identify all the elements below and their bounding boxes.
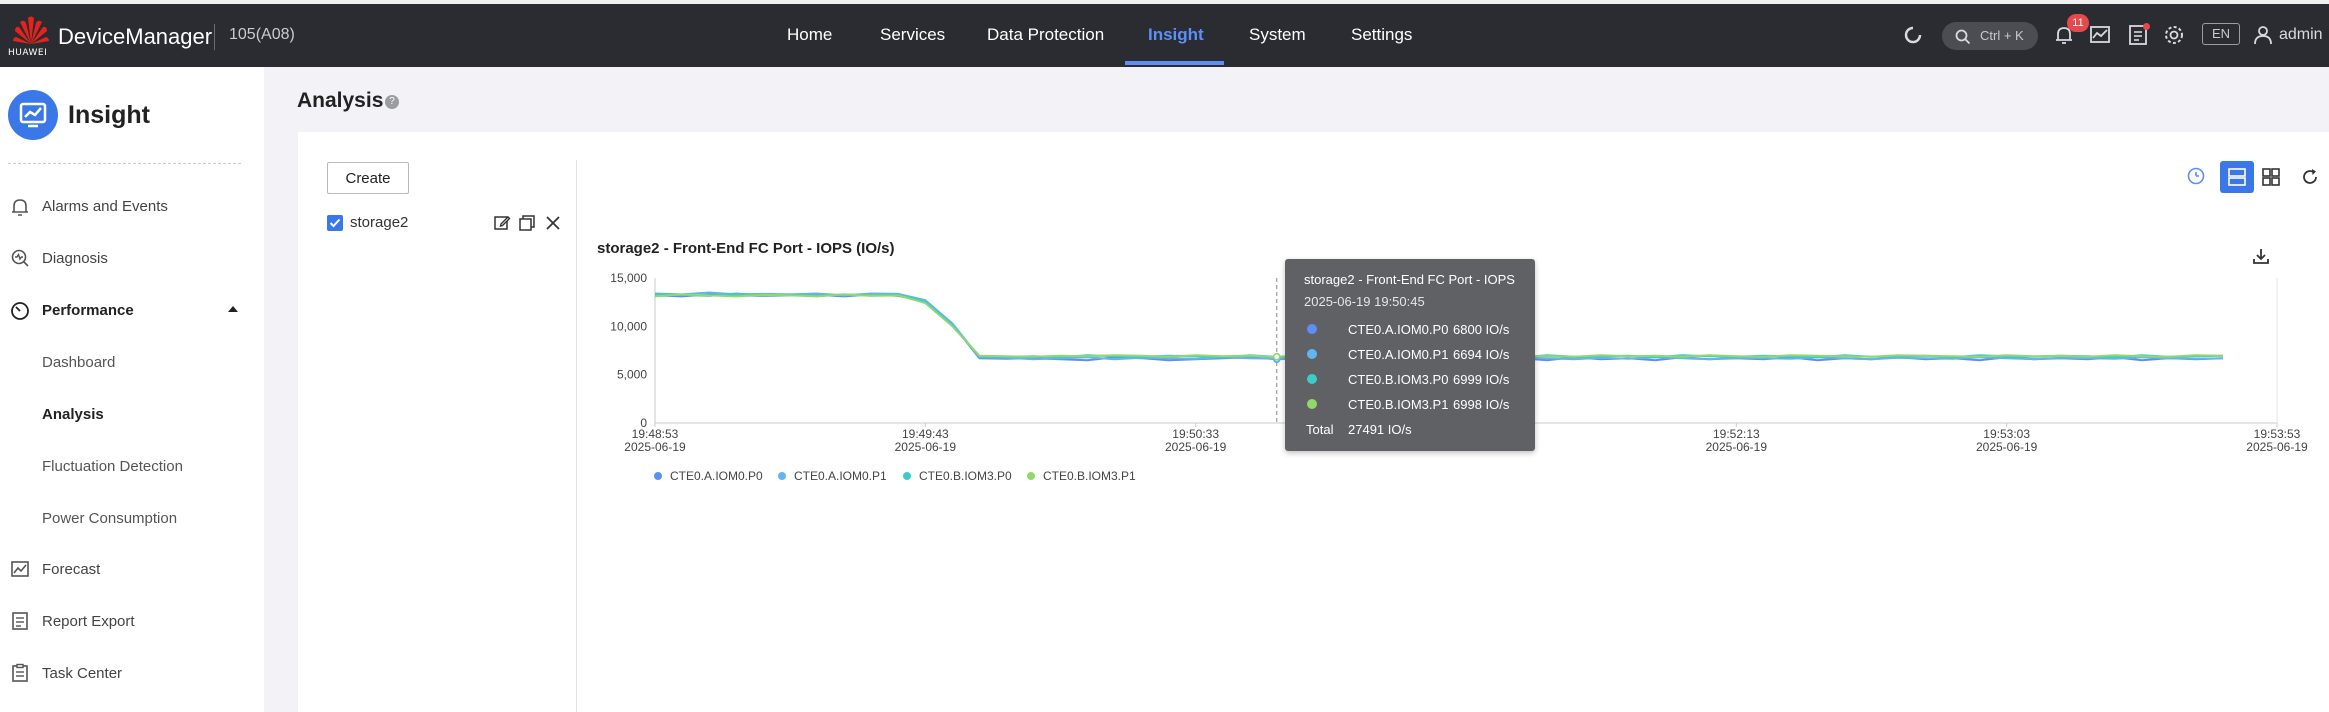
legend-label[interactable]: CTE0.A.IOM0.P1 xyxy=(794,469,887,483)
legend-marker[interactable] xyxy=(903,472,911,480)
legend-marker[interactable] xyxy=(654,472,662,480)
tooltip-series-value: 6694 IO/s xyxy=(1453,347,1510,362)
x-tick-date: 2025-06-19 xyxy=(624,440,686,454)
tooltip-series-value: 6998 IO/s xyxy=(1453,397,1510,412)
tooltip-series-name: CTE0.A.IOM0.P1 xyxy=(1348,347,1449,362)
tooltip-series-value: 6999 IO/s xyxy=(1453,372,1510,387)
tooltip-series-name: CTE0.A.IOM0.P0 xyxy=(1348,322,1449,337)
x-tick-time: 19:53:53 xyxy=(2254,427,2301,441)
tooltip-time: 2025-06-19 19:50:45 xyxy=(1304,294,1425,309)
tooltip-series-dot xyxy=(1307,324,1317,334)
x-tick-date: 2025-06-19 xyxy=(1976,440,2038,454)
legend-marker[interactable] xyxy=(778,472,786,480)
tooltip-total-value: 27491 IO/s xyxy=(1348,422,1412,437)
y-tick-label: 10,000 xyxy=(610,319,647,333)
legend-marker[interactable] xyxy=(1027,472,1035,480)
tooltip-series-name: CTE0.B.IOM3.P0 xyxy=(1348,372,1449,387)
tooltip-total-label: Total xyxy=(1306,422,1334,437)
tooltip-series-value: 6800 IO/s xyxy=(1453,322,1510,337)
legend-label[interactable]: CTE0.B.IOM3.P0 xyxy=(919,469,1012,483)
x-tick-date: 2025-06-19 xyxy=(895,440,957,454)
x-tick-date: 2025-06-19 xyxy=(1165,440,1227,454)
x-tick-date: 2025-06-19 xyxy=(2246,440,2308,454)
hover-point xyxy=(1273,353,1281,361)
tooltip-series-name: CTE0.B.IOM3.P1 xyxy=(1348,397,1449,412)
legend-label[interactable]: CTE0.B.IOM3.P1 xyxy=(1043,469,1136,483)
y-tick-label: 15,000 xyxy=(610,271,647,285)
tooltip-series-dot xyxy=(1307,349,1317,359)
y-tick-label: 5,000 xyxy=(617,368,647,382)
x-tick-time: 19:49:43 xyxy=(902,427,949,441)
tooltip-series-dot xyxy=(1307,399,1317,409)
tooltip-title: storage2 - Front-End FC Port - IOPS xyxy=(1304,272,1515,287)
legend-label[interactable]: CTE0.A.IOM0.P0 xyxy=(670,469,763,483)
x-tick-time: 19:48:53 xyxy=(632,427,679,441)
x-tick-time: 19:52:13 xyxy=(1713,427,1760,441)
x-tick-time: 19:53:03 xyxy=(1983,427,2030,441)
x-tick-date: 2025-06-19 xyxy=(1706,440,1768,454)
iops-line-chart[interactable]: 15,00010,0005,000019:48:532025-06-1919:4… xyxy=(0,0,2329,712)
x-tick-time: 19:50:33 xyxy=(1172,427,1219,441)
tooltip-series-dot xyxy=(1307,374,1317,384)
